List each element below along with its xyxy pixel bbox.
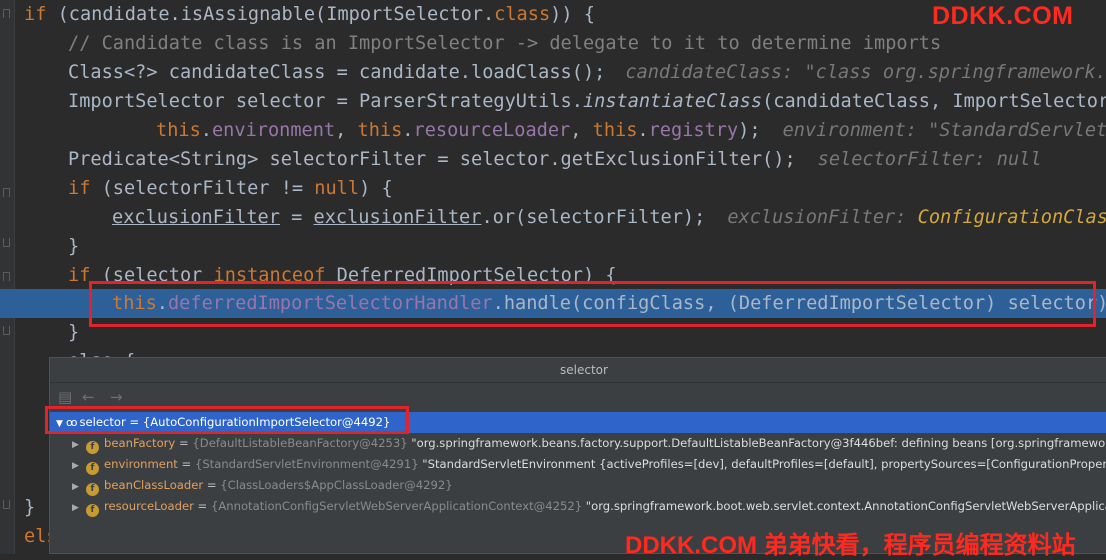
variable-name: exclusionFilter [112,207,280,228]
inline-debug-hint: environment: [782,120,929,141]
field-icon: f [86,483,99,496]
field-value: "org.springframework.boot.web.servlet.co… [585,499,1106,513]
code-text: (candidateClass, ImportSelector.c [762,91,1106,112]
watch-glasses-icon: oo [66,416,78,429]
inline-debug-hint: candidateClass: "class org.springframewo… [625,62,1106,83]
code-line-2[interactable]: // Candidate class is an ImportSelector … [0,29,1106,58]
popup-toolbar: ▤ ← → [50,383,1106,411]
tree-root-selector[interactable]: ▼ oo selector = {AutoConfigurationImportSe… [50,412,1106,433]
field-name: deferredImportSelectorHandler [167,293,493,314]
keyword: this [357,120,403,141]
code-text: (candidate.isAssignable(ImportSelector. [46,4,495,25]
expand-right-icon[interactable]: ▶ [72,456,82,475]
code-line-5[interactable]: this.environment, this.resourceLoader, t… [0,116,1106,145]
code-text: } [24,497,36,518]
field-type: {AnnotationConfigServletWebServerApplica… [210,499,583,513]
variable-type: {AutoConfigurationImportSelector@4492} [142,415,391,429]
arrow-left-icon[interactable]: ← [82,389,95,405]
keyword: this [112,293,157,314]
code-line-11-execution-point[interactable]: this.deferredImportSelectorHandler.handl… [0,289,1106,318]
variable-name: selector [79,415,126,429]
field-value: "StandardServletEnvironment {activeProfi… [422,457,1106,471]
code-line-8[interactable]: exclusionFilter = exclusionFilter.or(sel… [0,203,1106,232]
code-line-4[interactable]: ImportSelector selector = ParserStrategy… [0,87,1106,116]
keyword: null [314,178,360,199]
field-type: {StandardServletEnvironment@4291} [194,457,419,471]
code-line-3[interactable]: Class<?> candidateClass = candidate.load… [0,58,1106,87]
code-text: ) { [359,178,393,199]
code-text: . [156,293,168,314]
keyword: this [156,120,201,141]
field-name: registry [648,120,739,141]
code-text: Class<?> candidateClass = candidate.load… [68,62,606,83]
inline-debug-hint: selectorFilter: [817,149,997,170]
code-text: DeferredImportSelector) { [325,265,617,286]
field-name: beanClassLoader [104,478,204,492]
field-type: {DefaultListableBeanFactory@4253} [192,436,408,450]
popup-title: selector [50,358,1106,383]
tree-row[interactable]: ▶ f beanFactory = {DefaultListableBeanFact… [50,433,1106,454]
variable-name: exclusionFilter [313,207,482,228]
field-name: resourceLoader [104,499,194,513]
field-name: beanFactory [104,436,176,450]
keyword: class [494,4,551,25]
code-line-10[interactable]: if (selector instanceof DeferredImportSe… [0,261,1106,290]
code-text: ); [738,120,761,141]
keyword: this [592,120,638,141]
keyword: if [24,4,47,25]
field-icon: f [86,462,99,475]
inline-debug-hint: exclusionFilter: [727,207,918,228]
code-text: (selectorFilter != [90,178,315,199]
field-icon: f [86,441,99,454]
field-name: environment [211,120,336,141]
code-comment: // Candidate class is an ImportSelector … [68,33,942,54]
code-text: Predicate<String> selectorFilter = selec… [68,149,796,170]
code-line-12[interactable]: } [0,318,1106,347]
method-name: instantiateClass [582,91,763,112]
expand-right-icon[interactable]: ▶ [72,498,82,517]
keyword: if [68,178,91,199]
variables-tree[interactable]: ▼ oo selector = {AutoConfigurationImportSe… [50,412,1106,517]
field-type: {ClassLoaders$AppClassLoader@4292} [220,478,453,492]
code-text: = [279,207,314,228]
arrow-right-icon[interactable]: → [110,389,123,405]
code-text: .handle(configClass, (DeferredImportSele… [492,293,1106,314]
inline-debug-hint-value: "StandardServletEn [928,120,1106,141]
expand-right-icon[interactable]: ▶ [72,477,82,496]
code-line-7[interactable]: if (selectorFilter != null) { [0,174,1106,203]
code-text: } [68,236,80,257]
expand-right-icon[interactable]: ▶ [72,435,82,454]
tree-row[interactable]: ▶ f resourceLoader = {AnnotationConfigServ… [50,496,1106,517]
code-text: )) { [550,4,595,25]
keyword: if [68,265,91,286]
field-name: environment [104,457,178,471]
watermark-top: DDKK.COM [932,2,1074,30]
code-text: } [68,322,80,343]
code-text: (selector [90,265,214,286]
code-line-6[interactable]: Predicate<String> selectorFilter = selec… [0,145,1106,174]
field-value: "org.springframework.beans.factory.suppo… [411,436,1106,450]
inline-debug-hint-value: ConfigurationClassP [917,207,1106,228]
tree-row[interactable]: ▶ f beanClassLoader = {ClassLoaders$AppCla… [50,475,1106,496]
tree-row[interactable]: ▶ f environment = {StandardServletEnvironm… [50,454,1106,475]
inline-debug-hint-value: null [996,149,1042,170]
keyword: instanceof [213,265,326,286]
field-name: resourceLoader [413,120,571,141]
equals-sign: = [125,415,143,429]
code-line-9[interactable]: } [0,232,1106,261]
watermark-bottom: DDKK.COM 弟弟快看，程序员编程资料站 [625,532,1076,559]
code-text: .or(selectorFilter); [481,207,706,228]
field-icon: f [86,504,99,517]
code-text: ImportSelector selector = ParserStrategy… [68,91,583,112]
tree-collapse-icon[interactable]: ▤ [58,389,72,405]
expand-down-icon[interactable]: ▼ [56,414,66,433]
